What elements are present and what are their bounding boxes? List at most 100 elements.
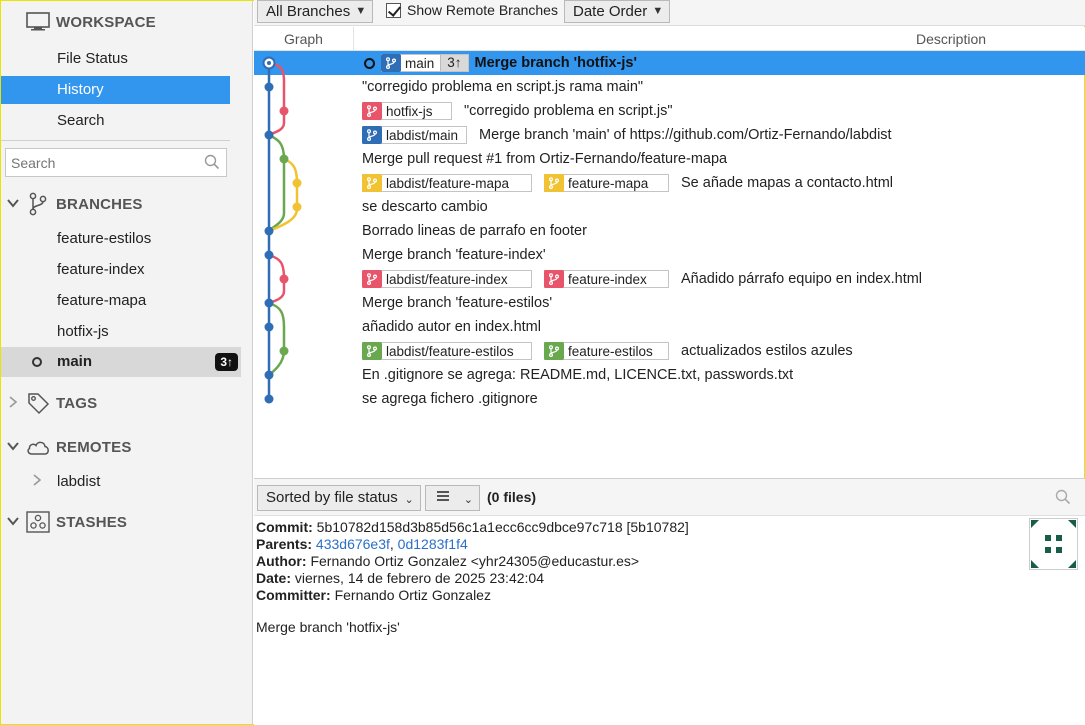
commit-message: En .gitignore se agrega: README.md, LICE…: [362, 367, 794, 383]
branch-icon: [544, 270, 564, 288]
commit-row[interactable]: labdist/feature-mapa feature-mapa Se añade…: [254, 171, 1085, 195]
chevron-right-icon[interactable]: [7, 395, 19, 411]
details-toolbar: Sorted by file status ⌄ ⌄ (0 files): [254, 479, 1085, 516]
commit-row[interactable]: "corregido problema en script.js rama ma…: [254, 75, 1085, 99]
branch-label[interactable]: hotfix-js: [362, 102, 452, 120]
nav-history[interactable]: History: [1, 76, 230, 104]
commit-node: [279, 106, 289, 116]
commit-description: labdist/main Merge branch 'main' of https…: [362, 123, 892, 147]
commit-row[interactable]: Borrado lineas de parrafo en footer: [254, 219, 1085, 243]
commit-row[interactable]: Merge pull request #1 from Ortiz-Fernand…: [254, 147, 1085, 171]
chevron-down-icon: ▼: [355, 5, 367, 17]
chevron-down-icon[interactable]: [7, 197, 19, 211]
commit-graph: [262, 56, 302, 404]
branch-name: feature-index: [568, 271, 647, 287]
branch-item[interactable]: feature-estilos: [1, 224, 241, 254]
commit-message: Merge branch 'feature-estilos': [362, 295, 553, 311]
commit-description: se descarto cambio: [362, 195, 488, 219]
branch-icon: [362, 342, 382, 360]
commit-description: labdist/feature-index feature-index Añadid…: [362, 267, 922, 291]
branch-item[interactable]: hotfix-js: [1, 317, 241, 347]
branch-label[interactable]: feature-index: [544, 270, 669, 288]
branch-icon: [362, 174, 382, 192]
search-icon[interactable]: [1055, 489, 1071, 508]
chevron-down-icon: ▼: [652, 5, 664, 17]
commit-node: [264, 250, 274, 260]
commit-description: Merge pull request #1 from Ortiz-Fernand…: [362, 147, 727, 171]
branches-filter-value: All Branches: [266, 3, 351, 20]
commit-description: Merge branch 'feature-index': [362, 243, 546, 267]
chevron-right-icon[interactable]: [32, 467, 42, 497]
remote-item[interactable]: labdist: [1, 467, 241, 497]
commit-row[interactable]: se descarto cambio: [254, 195, 1085, 219]
commit-message: se descarto cambio: [362, 199, 488, 215]
order-value: Date Order: [573, 3, 648, 20]
commit-message: actualizados estilos azules: [681, 343, 853, 359]
commit-row[interactable]: labdist/feature-index feature-index Añadid…: [254, 267, 1085, 291]
sort-dropdown[interactable]: Sorted by file status ⌄: [257, 485, 421, 511]
branch-item[interactable]: feature-mapa: [1, 286, 241, 316]
search-icon[interactable]: [204, 154, 220, 173]
head-marker-icon: [364, 58, 375, 69]
description-column-header[interactable]: Description: [916, 27, 986, 51]
branch-label[interactable]: labdist/main: [362, 126, 468, 144]
checkbox-checked[interactable]: [386, 2, 401, 18]
branch-label[interactable]: labdist/feature-index: [362, 270, 532, 288]
branch-icon: [362, 270, 382, 288]
chevron-down-icon: ⌄: [463, 494, 473, 506]
branch-icon: [544, 342, 564, 360]
branch-label[interactable]: feature-mapa: [544, 174, 669, 192]
parent-link[interactable]: 433d676e3f: [316, 536, 390, 552]
commit-description: añadido autor en index.html: [362, 315, 541, 339]
commit-node: [264, 370, 274, 380]
parent-link[interactable]: 0d1283f1f4: [398, 536, 468, 552]
branch-label[interactable]: main 3↑: [381, 54, 469, 72]
commit-row[interactable]: hotfix-js "corregido problema en script.j…: [254, 99, 1085, 123]
branch-label[interactable]: labdist/feature-estilos: [362, 342, 532, 360]
commit-row[interactable]: Merge branch 'feature-estilos': [254, 291, 1085, 315]
branch-item-current[interactable]: main 3↑: [1, 347, 241, 377]
view-mode-dropdown[interactable]: ⌄: [425, 485, 480, 511]
branch-label[interactable]: labdist/feature-mapa: [362, 174, 532, 192]
chevron-down-icon[interactable]: [7, 515, 19, 529]
branches-filter-dropdown[interactable]: All Branches ▼: [257, 0, 374, 23]
ahead-count: 3↑: [440, 55, 468, 71]
branch-item[interactable]: feature-index: [1, 255, 241, 285]
branch-name: labdist/main: [386, 127, 459, 143]
monitor-icon: [25, 10, 51, 34]
commit-message: Añadido párrafo equipo en index.html: [681, 271, 923, 287]
commit-row[interactable]: se agrega fichero .gitignore: [254, 387, 1085, 411]
tags-header[interactable]: TAGS: [1, 389, 241, 417]
nav-search[interactable]: Search: [1, 107, 230, 135]
show-remote-checkbox[interactable]: Show Remote Branches: [386, 2, 558, 18]
order-dropdown[interactable]: Date Order ▼: [564, 0, 671, 23]
commit-row[interactable]: labdist/feature-estilos feature-estilos ac…: [254, 339, 1085, 363]
graph-column-header[interactable]: Graph: [254, 27, 354, 51]
remote-label: labdist: [57, 473, 101, 490]
branches-header[interactable]: BRANCHES: [1, 190, 241, 218]
commit-message: Merge branch 'main' of https://github.co…: [479, 127, 892, 143]
workspace-header[interactable]: WORKSPACE: [1, 8, 241, 36]
ahead-badge: 3↑: [215, 353, 238, 371]
commit-node: [292, 178, 302, 188]
list-icon: [436, 489, 450, 506]
search-input[interactable]: [6, 149, 196, 176]
commit-row[interactable]: labdist/main Merge branch 'main' of https…: [254, 123, 1085, 147]
branch-name: feature-mapa: [568, 175, 649, 191]
chevron-down-icon[interactable]: [7, 440, 19, 454]
parents-label: Parents:: [256, 536, 313, 552]
stashes-header[interactable]: STASHES: [1, 508, 241, 536]
commit-row[interactable]: En .gitignore se agrega: README.md, LICE…: [254, 363, 1085, 387]
commit-row[interactable]: añadido autor en index.html: [254, 315, 1085, 339]
tags-title: TAGS: [56, 394, 98, 412]
remotes-header[interactable]: REMOTES: [1, 433, 241, 461]
branch-icon: [544, 174, 564, 192]
nav-file-status[interactable]: File Status: [1, 45, 230, 73]
commit-node: [279, 346, 289, 356]
sort-value: Sorted by file status: [266, 489, 398, 506]
commit-row[interactable]: Merge branch 'feature-index': [254, 243, 1085, 267]
commit-row[interactable]: main 3↑ Merge branch 'hotfix-js': [254, 51, 1085, 75]
branch-name: hotfix-js: [386, 103, 433, 119]
commit-message: Se añade mapas a contacto.html: [681, 175, 893, 191]
branch-label[interactable]: feature-estilos: [544, 342, 669, 360]
